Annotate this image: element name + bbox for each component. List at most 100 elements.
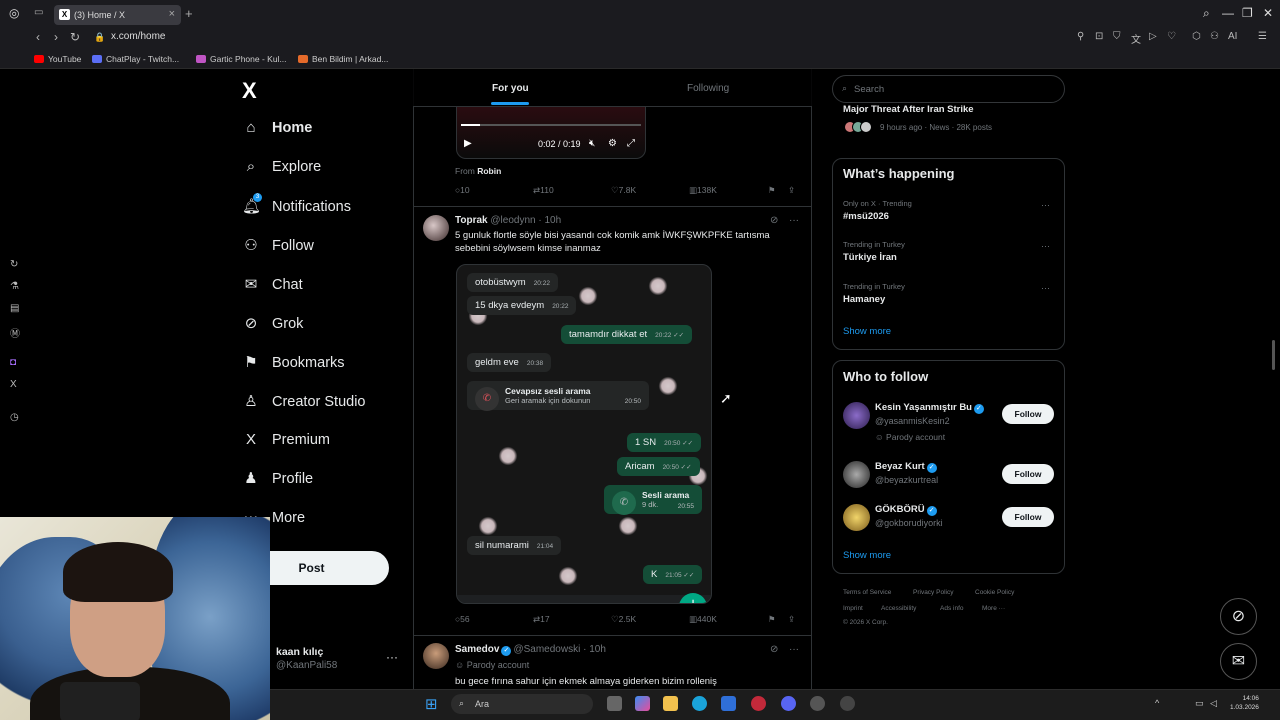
footer-link[interactable]: Ads info xyxy=(940,605,964,612)
show-more-trends[interactable]: Show more xyxy=(843,326,891,337)
menu-icon[interactable]: ☰ xyxy=(1258,31,1267,42)
back-icon[interactable]: ‹ xyxy=(36,30,40,44)
nav-notifications[interactable]: 🔔︎ 3 Notifications xyxy=(242,193,351,221)
sidebar-clock-icon[interactable]: ◷ xyxy=(10,412,19,423)
avatar[interactable] xyxy=(843,402,870,429)
avatar[interactable] xyxy=(843,461,870,488)
windows-start-icon[interactable]: ⊞ xyxy=(425,695,438,713)
app-icon[interactable] xyxy=(840,696,855,711)
copilot-icon[interactable] xyxy=(635,696,650,711)
url-field[interactable]: x.com/home xyxy=(111,31,165,42)
video-progress-track[interactable] xyxy=(461,124,641,126)
file-explorer-icon[interactable] xyxy=(663,696,678,711)
taskview-icon[interactable] xyxy=(607,696,622,711)
bookmark-chatplay[interactable]: ChatPlay - Twitch... xyxy=(92,54,179,64)
obs-icon[interactable] xyxy=(810,696,825,711)
suggested-user-name[interactable]: GÖKBÖRÜ ✓ xyxy=(875,504,939,516)
show-more-follow[interactable]: Show more xyxy=(843,550,891,561)
tab-close-icon[interactable]: × xyxy=(169,8,175,20)
video-source[interactable]: From Robin xyxy=(455,166,501,176)
nav-profile[interactable]: ♟ Profile xyxy=(242,469,313,493)
extensions-icon[interactable]: ⬡ xyxy=(1192,31,1201,42)
taskbar-search[interactable] xyxy=(451,694,593,714)
repost-button[interactable]: ⇄ 110 xyxy=(533,185,554,196)
post-more-icon[interactable]: ··· xyxy=(789,644,799,655)
opera-icon[interactable] xyxy=(751,696,766,711)
close-window-icon[interactable]: ✕ xyxy=(1263,6,1273,20)
forward-icon[interactable]: › xyxy=(54,30,58,44)
trend-name[interactable]: #msü2026 xyxy=(843,211,889,222)
account-handle[interactable]: @KaanPali58 xyxy=(276,660,337,671)
share-icon[interactable]: ⇪ xyxy=(788,614,795,625)
settings-icon[interactable]: ⚙ xyxy=(608,138,617,149)
tab-following[interactable]: Following xyxy=(687,83,729,94)
trend-more-icon[interactable]: ··· xyxy=(1041,200,1050,210)
tab-manager-icon[interactable]: ▭ xyxy=(34,7,43,18)
post-more-icon[interactable]: ··· xyxy=(789,215,799,226)
views-button[interactable]: ▥ 138K xyxy=(689,185,717,196)
follow-button[interactable]: Follow xyxy=(1002,404,1054,424)
reply-button[interactable]: ○ 10 xyxy=(455,185,470,195)
suggested-user-name[interactable]: Beyaz Kurt ✓ xyxy=(875,461,939,473)
discord-icon[interactable] xyxy=(781,696,796,711)
footer-link[interactable]: Accessibility xyxy=(881,605,916,612)
tray-chevron-icon[interactable]: ^ xyxy=(1155,698,1159,708)
nav-grok[interactable]: ⊘ Grok xyxy=(242,314,304,338)
sidebar-x-icon[interactable]: X xyxy=(10,379,17,390)
fullscreen-icon[interactable]: ⤢ xyxy=(627,138,635,149)
bookmark-youtube[interactable]: YouTube xyxy=(34,54,81,64)
footer-link[interactable]: Imprint xyxy=(843,605,863,612)
heart-icon[interactable]: ♡ xyxy=(1167,31,1176,42)
post-author[interactable]: Toprak @leodynn · 10h xyxy=(455,215,561,226)
minimize-icon[interactable]: — xyxy=(1222,6,1234,20)
trend-more-icon[interactable]: ··· xyxy=(1041,283,1050,293)
account-name[interactable]: kaan kılıç xyxy=(276,646,323,658)
bookmark-benbildim[interactable]: Ben Bildim | Arkad... xyxy=(298,54,388,64)
footer-link[interactable]: More ··· xyxy=(982,605,1005,612)
trend-headline[interactable]: Major Threat After Iran Strike xyxy=(843,104,974,115)
edge-icon[interactable] xyxy=(692,696,707,711)
play-icon[interactable]: ▶ xyxy=(464,138,472,149)
nav-creator-studio[interactable]: ♙ Creator Studio xyxy=(242,392,365,416)
reply-button[interactable]: ○ 56 xyxy=(455,614,470,624)
trend-name[interactable]: Hamaney xyxy=(843,294,885,305)
play-icon[interactable]: ▷ xyxy=(1149,31,1157,42)
sidebar-history-icon[interactable]: ↻ xyxy=(10,259,18,270)
nav-bookmarks[interactable]: ⚑ Bookmarks xyxy=(242,353,344,377)
pin-icon[interactable]: ⚲ xyxy=(1077,31,1084,42)
avatar[interactable] xyxy=(843,504,870,531)
sidebar-m-icon[interactable]: Ⓜ xyxy=(10,325,20,340)
browser-logo-icon[interactable]: ◎ xyxy=(9,6,19,20)
maximize-icon[interactable]: ❐ xyxy=(1242,6,1253,20)
grok-post-icon[interactable]: ⊘ xyxy=(770,215,778,226)
footer-link[interactable]: Cookie Policy xyxy=(975,589,1014,596)
tab-for-you[interactable]: For you xyxy=(492,83,529,94)
screenshot-icon[interactable]: ⊡ xyxy=(1095,31,1103,42)
trend-more-icon[interactable]: ··· xyxy=(1041,241,1050,251)
browser-tab-active[interactable]: X (3) Home / X × xyxy=(54,5,181,25)
reload-icon[interactable]: ↻ xyxy=(70,30,80,44)
network-icon[interactable]: ▭ xyxy=(1195,698,1204,709)
store-icon[interactable] xyxy=(721,696,736,711)
bookmark-icon[interactable]: ⚑ xyxy=(768,185,776,196)
nav-follow[interactable]: ⚇ Follow xyxy=(242,236,314,260)
trend-name[interactable]: Türkiye İran xyxy=(843,252,897,263)
footer-link[interactable]: Privacy Policy xyxy=(913,589,953,596)
shield-icon[interactable]: ⛉ xyxy=(1113,31,1121,42)
mute-icon[interactable]: 🔇︎ xyxy=(589,138,595,149)
messages-fab-icon[interactable]: ✉ xyxy=(1220,643,1257,680)
video-player[interactable] xyxy=(456,107,646,159)
scrollbar[interactable] xyxy=(1272,340,1275,370)
like-button[interactable]: ♡ 2.5K xyxy=(611,614,636,625)
post-image[interactable]: otobüstwym 20:22 15 dkya evdeym 20:22 tama… xyxy=(456,264,712,604)
nav-explore[interactable]: ⌕ Explore xyxy=(242,158,321,182)
repost-button[interactable]: ⇄ 17 xyxy=(533,614,550,625)
ai-icon[interactable]: AI xyxy=(1228,31,1237,42)
grok-fab-icon[interactable]: ⊘ xyxy=(1220,598,1257,635)
taskbar-clock[interactable]: 14:06 1.03.2026 xyxy=(1230,694,1259,712)
account-more-icon[interactable]: ··· xyxy=(386,650,398,664)
share-icon[interactable]: ⇪ xyxy=(788,185,795,196)
nav-chat[interactable]: ✉ Chat xyxy=(242,275,303,299)
sidebar-flask-icon[interactable]: ⚗ xyxy=(10,281,19,292)
post-author[interactable]: Samedov ✓ @Samedowski · 10h xyxy=(455,644,606,656)
